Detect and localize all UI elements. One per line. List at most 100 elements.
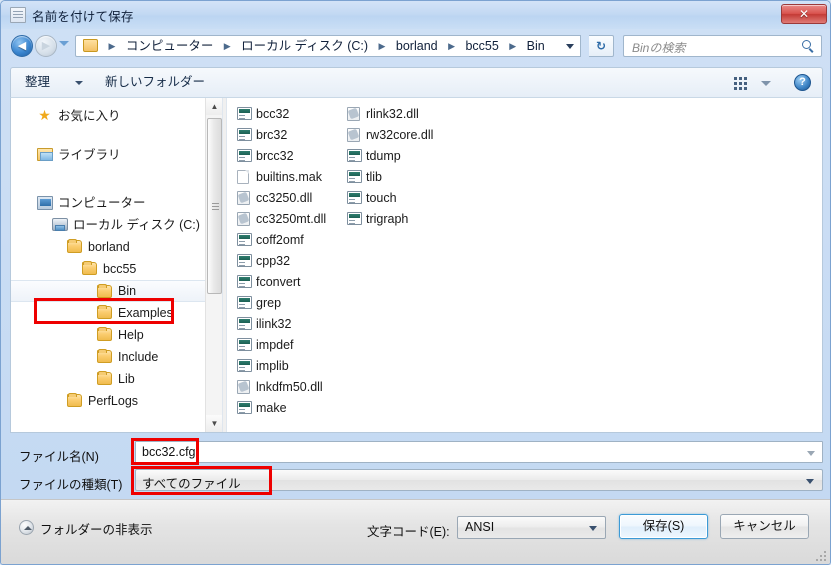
dll-icon <box>237 380 250 394</box>
file-name-label: lnkdfm50.dll <box>256 380 323 394</box>
exe-icon <box>237 275 252 288</box>
tree-item-borland[interactable]: borland <box>11 236 222 258</box>
tree-item-label: Lib <box>118 372 135 386</box>
file-name-label: trigraph <box>366 212 409 226</box>
drive-icon <box>52 218 68 231</box>
file-name-label: fconvert <box>256 275 301 289</box>
filetype-label: ファイルの種類(T) <box>19 478 123 492</box>
tree-item-label: Bin <box>118 284 137 298</box>
file-name-label: tlib <box>366 170 382 184</box>
breadcrumb-item-computer[interactable]: コンピューター <box>124 36 216 56</box>
organize-button[interactable]: 整理 <box>25 74 50 91</box>
new-folder-button[interactable]: 新しいフォルダー <box>105 74 205 91</box>
exe-icon <box>237 254 252 267</box>
file-name-label: tdump <box>366 149 401 163</box>
organize-chevron-down-icon[interactable] <box>75 81 83 85</box>
filename-value: bcc32.cfg <box>142 445 196 459</box>
file-name-label: cc3250.dll <box>256 191 313 205</box>
scroll-up-icon: ▲ <box>210 102 219 111</box>
dll-icon <box>237 212 250 226</box>
file-list-pane[interactable]: bcc32 brc32 brcc32 builtins.mak cc3250.dll cc… <box>227 98 822 432</box>
breadcrumb-item-local-disk[interactable]: ローカル ディスク (C:) <box>239 36 370 56</box>
tree-item-include[interactable]: Include <box>11 346 222 368</box>
filename-chevron-down-icon[interactable] <box>807 451 815 456</box>
back-arrow-icon: ◀ <box>17 40 27 52</box>
exe-icon <box>237 128 252 141</box>
exe-icon <box>347 170 362 183</box>
scroll-up-button[interactable]: ▲ <box>206 98 222 115</box>
dll-icon <box>237 191 250 205</box>
back-button[interactable]: ◀ <box>11 35 33 57</box>
close-icon: ✕ <box>798 7 810 21</box>
encoding-select[interactable]: ANSI <box>457 516 606 539</box>
search-placeholder: Binの検索 <box>632 41 686 55</box>
command-toolbar: 整理 新しいフォルダー ? <box>10 67 823 97</box>
tree-item-label: borland <box>88 240 130 254</box>
library-icon <box>37 148 53 161</box>
resize-grip[interactable] <box>816 551 828 563</box>
file-name-label: grep <box>256 296 282 310</box>
notepad-document-icon <box>10 7 26 23</box>
breadcrumb-item-bin[interactable]: Bin <box>525 36 547 56</box>
folder-icon <box>97 349 112 363</box>
navigation-pane-scrollbar[interactable]: ▲ ▼ <box>205 98 222 432</box>
file-name-label: cpp32 <box>256 254 291 268</box>
tree-item--[interactable]: ★ お気に入り <box>11 105 222 127</box>
dll-icon <box>347 107 360 121</box>
scroll-down-button[interactable]: ▼ <box>206 415 222 432</box>
view-options-chevron-down-icon[interactable] <box>761 81 771 86</box>
tree-item-lib[interactable]: Lib <box>11 368 222 390</box>
close-button[interactable]: ✕ <box>781 4 827 24</box>
refresh-button[interactable]: ↻ <box>589 35 614 57</box>
scrollbar-thumb[interactable] <box>207 118 222 294</box>
save-as-dialog-window: 名前を付けて保存 ✕ ◀ ▶ ▶ コンピューター ▶ ローカル ディスク (C:… <box>0 0 831 565</box>
title-bar: 名前を付けて保存 ✕ <box>1 1 830 29</box>
file-name-label: bcc32 <box>256 107 290 121</box>
save-button[interactable]: 保存(S) <box>619 514 708 539</box>
filetype-chevron-down-icon <box>806 479 814 484</box>
tree-item-examples[interactable]: Examples <box>11 302 222 324</box>
breadcrumb-separator-icon: ▶ <box>223 41 231 51</box>
breadcrumb[interactable]: ▶ コンピューター ▶ ローカル ディスク (C:) ▶ borland ▶ b… <box>75 35 581 57</box>
filename-input[interactable]: bcc32.cfg <box>135 441 823 463</box>
cancel-button[interactable]: キャンセル <box>720 514 809 539</box>
computer-icon <box>37 196 53 210</box>
file-name-label: ilink32 <box>256 317 292 331</box>
view-options-icon[interactable] <box>734 77 748 90</box>
filetype-select[interactable]: すべてのファイル <box>135 469 823 491</box>
tree-item-label: コンピューター <box>58 196 146 210</box>
forward-button[interactable]: ▶ <box>35 35 57 57</box>
encoding-chevron-down-icon <box>589 526 597 531</box>
breadcrumb-chevron-down-icon[interactable] <box>566 44 574 49</box>
star-icon: ★ <box>38 107 51 123</box>
window-title: 名前を付けて保存 <box>32 10 134 24</box>
tree-item-bin[interactable]: Bin <box>11 280 222 302</box>
tree-item--[interactable]: コンピューター <box>11 192 222 214</box>
file-name-label: brc32 <box>256 128 288 142</box>
breadcrumb-separator-icon: ▶ <box>509 41 517 51</box>
refresh-icon: ↻ <box>595 39 607 53</box>
document-icon <box>237 170 249 184</box>
navigation-pane: ★ お気に入りライブラリコンピューターローカル ディスク (C:) borland b… <box>11 98 222 432</box>
breadcrumb-item-borland[interactable]: borland <box>394 36 440 56</box>
folder-icon <box>83 38 98 52</box>
file-name-label: implib <box>256 359 289 373</box>
tree-item-label: ライブラリ <box>58 148 121 162</box>
file-name-label: builtins.mak <box>256 170 322 184</box>
tree-item-label: PerfLogs <box>88 394 139 408</box>
filetype-value: すべてのファイル <box>142 477 241 491</box>
tree-item-help[interactable]: Help <box>11 324 222 346</box>
tree-item-label: Include <box>118 350 159 364</box>
tree-item--[interactable]: ライブラリ <box>11 144 222 166</box>
tree-item--c-[interactable]: ローカル ディスク (C:) <box>11 214 222 236</box>
breadcrumb-item-bcc55[interactable]: bcc55 <box>463 36 500 56</box>
tree-item-bcc55[interactable]: bcc55 <box>11 258 222 280</box>
tree-item-label: ローカル ディスク (C:) <box>73 218 200 232</box>
breadcrumb-separator-icon: ▶ <box>448 41 455 51</box>
help-button[interactable]: ? <box>794 74 811 91</box>
search-input[interactable]: Binの検索 <box>623 35 822 57</box>
filename-label: ファイル名(N) <box>19 450 99 464</box>
exe-icon <box>347 212 362 225</box>
tree-item-perflogs[interactable]: PerfLogs <box>11 390 222 412</box>
recent-locations-chevron-down-icon[interactable] <box>59 41 69 46</box>
